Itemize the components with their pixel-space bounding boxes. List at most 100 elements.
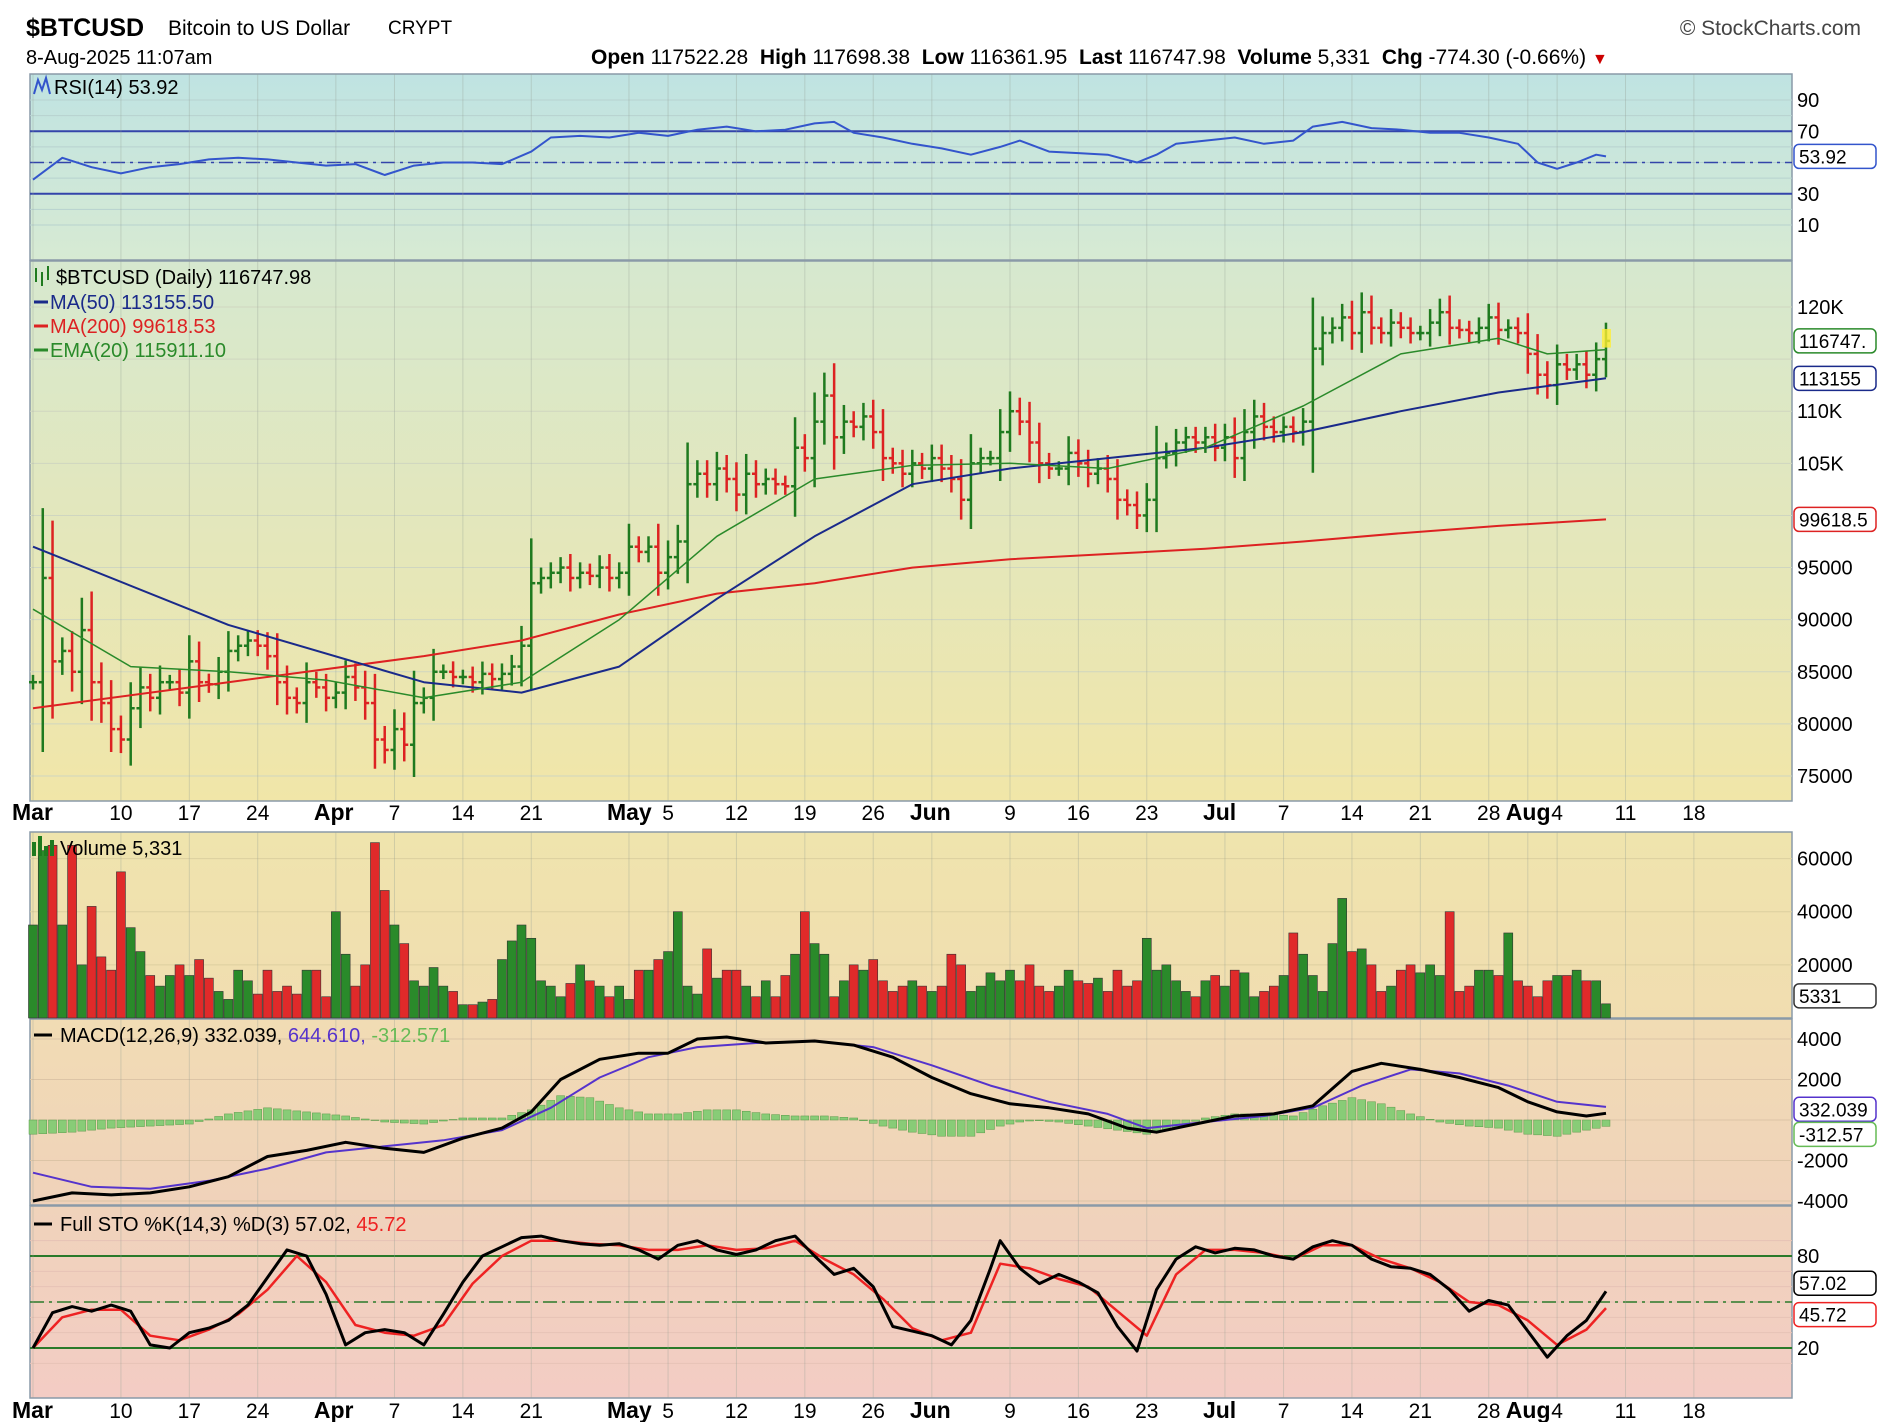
volume-bar — [770, 996, 781, 1019]
price-tick-label: 80000 — [1797, 714, 1853, 736]
volume-bar — [1532, 996, 1543, 1019]
macd-hist-bar — [624, 1109, 634, 1121]
macd-hist-bar — [1054, 1119, 1064, 1123]
price-legend-title: $BTCUSD (Daily) 116747.98 — [56, 267, 311, 289]
x-axis-label: Jul — [1203, 799, 1236, 825]
macd-hist-bar — [634, 1111, 643, 1121]
x-axis-label: 23 — [1135, 802, 1158, 825]
x-axis-label: Apr — [314, 1397, 354, 1422]
volume-bar — [1239, 972, 1250, 1019]
volume-bar — [184, 975, 195, 1019]
x-axis-label: 7 — [389, 802, 401, 825]
volume-bar — [155, 985, 165, 1019]
rsi-tick-label: 90 — [1797, 90, 1819, 112]
macd-hist-bar — [1289, 1115, 1298, 1121]
macd-hist-bar — [995, 1119, 1005, 1127]
volume-bar — [1181, 991, 1191, 1019]
macd-hist-bar — [58, 1119, 67, 1133]
sto-legend-prefix: Full STO %K(14,3) %D(3) 57.02, — [60, 1214, 351, 1236]
x-axis-label: 9 — [1004, 1400, 1016, 1422]
volume-bar — [1229, 969, 1240, 1019]
macd-hist-bar — [585, 1097, 595, 1121]
volume-bar — [751, 996, 761, 1019]
macd-hist-bar — [106, 1119, 116, 1129]
volume-bar — [643, 969, 654, 1019]
last-price-tag: 116747. — [1793, 328, 1877, 354]
macd-tick-label: 4000 — [1797, 1029, 1842, 1051]
volume-bar — [887, 991, 898, 1019]
x-axis-label: Apr — [314, 799, 354, 825]
macd-hist-bar — [595, 1100, 604, 1121]
macd-hist-bar — [859, 1119, 868, 1121]
volume-bar — [1464, 985, 1474, 1019]
volume-bar — [438, 985, 449, 1019]
macd-hist-bar — [263, 1107, 272, 1121]
x-axis-label: 19 — [793, 802, 816, 825]
macd-hist-bar — [810, 1115, 819, 1121]
volume-bar — [1210, 975, 1220, 1019]
macd-legend-hist: -312.571 — [371, 1025, 450, 1047]
macd-hist-bar — [683, 1112, 692, 1121]
volume-bar — [47, 844, 58, 1019]
macd-hist-bar — [956, 1119, 966, 1137]
volume-bar — [575, 964, 585, 1019]
macd-hist-bar — [781, 1115, 790, 1121]
macd-hist-bar — [732, 1109, 741, 1121]
x-axis-label: 14 — [451, 1400, 475, 1422]
macd-hist-bar — [409, 1119, 419, 1124]
volume-bar — [1327, 943, 1338, 1019]
macd-hist-bar — [116, 1119, 126, 1128]
volume-bar — [1151, 969, 1162, 1019]
x-axis-label: 16 — [1067, 802, 1090, 825]
macd-hist-bar — [468, 1117, 477, 1121]
volume-bar — [1601, 1003, 1611, 1019]
volume-bar — [1523, 985, 1533, 1019]
macd-hist-bar — [790, 1115, 800, 1121]
macd-hist-value-tag-text: -312.57 — [1799, 1125, 1863, 1146]
macd-hist-bar — [1357, 1099, 1366, 1121]
x-axis-label: 19 — [793, 1400, 816, 1422]
macd-hist-bar — [1523, 1119, 1533, 1135]
macd-hist-bar — [976, 1119, 985, 1134]
macd-hist-bar — [1064, 1119, 1073, 1124]
price-tick-label: 110K — [1797, 401, 1843, 423]
macd-legend-prefix: MACD(12,26,9) 332.039, — [60, 1025, 282, 1047]
x-axis-label: 4 — [1551, 1400, 1563, 1422]
volume-bar — [282, 985, 292, 1019]
x-axis-label: 23 — [1135, 1400, 1158, 1422]
x-axis-label: 9 — [1004, 802, 1016, 825]
x-axis-label: 28 — [1477, 1400, 1500, 1422]
volume-bar — [966, 991, 976, 1019]
volume-bar — [291, 993, 302, 1019]
volume-bar — [1562, 975, 1572, 1019]
volume-bar — [594, 985, 605, 1019]
volume-bar — [614, 985, 625, 1019]
sto-tick-label: 20 — [1797, 1338, 1819, 1360]
macd-hist-bar — [1308, 1108, 1318, 1121]
last-price-tag-text: 116747. — [1799, 332, 1866, 353]
volume-bar — [360, 964, 370, 1019]
volume-bar — [1376, 991, 1387, 1019]
volume-bar — [858, 969, 869, 1019]
macd-hist-bar — [663, 1113, 673, 1121]
macd-hist-bar — [566, 1096, 575, 1121]
volume-bar — [106, 969, 116, 1019]
macd-value-tag: 332.039 — [1793, 1096, 1877, 1123]
x-axis-label: 21 — [1409, 802, 1432, 825]
x-axis-label: 21 — [520, 1400, 543, 1422]
volume-bar — [96, 956, 107, 1019]
volume-bar — [1591, 980, 1601, 1019]
volume-bar — [1356, 948, 1367, 1019]
x-axis-label: 17 — [178, 802, 201, 825]
macd-hist-bar — [194, 1119, 204, 1122]
macd-hist-bar — [1083, 1119, 1093, 1127]
x-axis-label: 5 — [662, 1400, 674, 1422]
macd-hist-bar — [575, 1096, 585, 1121]
x-axis-label: 11 — [1615, 802, 1637, 825]
chart-svg: 90 70 30 10 120K 110K 105K 95000 90000 85000 80000… — [12, 73, 1877, 1422]
volume-value-tag: 5331 — [1793, 983, 1877, 1009]
macd-hist-bar — [1377, 1103, 1386, 1121]
macd-hist-bar — [1562, 1119, 1572, 1135]
macd-hist-bar — [1347, 1097, 1357, 1121]
macd-hist-bar — [1367, 1101, 1376, 1121]
